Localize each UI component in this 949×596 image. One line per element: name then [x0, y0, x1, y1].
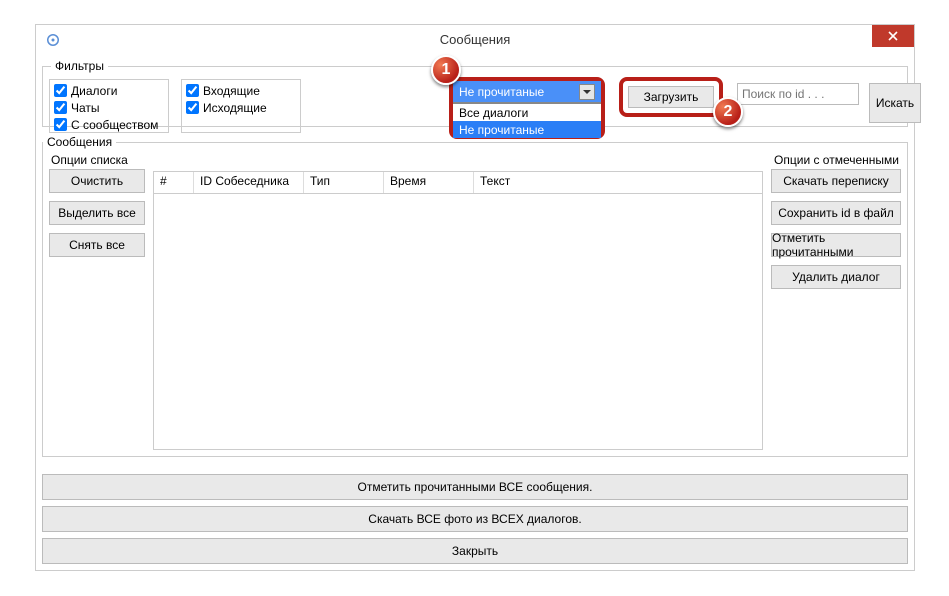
chk-dialogs[interactable]: Диалоги	[54, 82, 164, 99]
step-badge-2: 2	[713, 97, 743, 127]
messages-table[interactable]: # ID Собеседника Тип Время Текст	[153, 171, 763, 450]
filter-col-direction: Входящие Исходящие	[181, 79, 301, 133]
chk-chats[interactable]: Чаты	[54, 99, 164, 116]
mark-all-read-button[interactable]: Отметить прочитанными ВСЕ сообщения.	[42, 474, 908, 500]
filter-col-scope: Диалоги Чаты С сообществом	[49, 79, 169, 133]
mark-read-button[interactable]: Отметить прочитанными	[771, 233, 901, 257]
col-id[interactable]: ID Собеседника	[194, 172, 304, 193]
chk-outgoing-input[interactable]	[186, 101, 199, 114]
filters-group: Фильтры Диалоги Чаты С сообществом Входя…	[42, 59, 908, 127]
list-option-buttons: Очистить Выделить все Снять все	[49, 169, 145, 265]
load-callout: Загрузить	[619, 77, 723, 117]
dropdown-selected[interactable]: Не прочитаные	[453, 81, 601, 103]
dropdown-opt-all[interactable]: Все диалоги	[453, 104, 601, 121]
download-conversation-button[interactable]: Скачать переписку	[771, 169, 901, 193]
messages-group: Сообщения Опции списка Опции с отмеченны…	[42, 135, 908, 457]
window-title: Сообщения	[36, 32, 914, 47]
chevron-down-icon[interactable]	[579, 84, 595, 100]
delete-dialog-button[interactable]: Удалить диалог	[771, 265, 901, 289]
bottom-buttons: Отметить прочитанными ВСЕ сообщения. Ска…	[42, 468, 908, 564]
messages-legend: Сообщения	[43, 135, 116, 149]
col-time[interactable]: Время	[384, 172, 474, 193]
titlebar: Сообщения	[36, 25, 914, 55]
select-all-button[interactable]: Выделить все	[49, 201, 145, 225]
table-header: # ID Собеседника Тип Время Текст	[154, 172, 762, 194]
save-id-button[interactable]: Сохранить id в файл	[771, 201, 901, 225]
chk-community-input[interactable]	[54, 118, 67, 131]
close-button[interactable]	[872, 25, 914, 47]
clear-button[interactable]: Очистить	[49, 169, 145, 193]
selected-options-label: Опции с отмеченными	[774, 153, 899, 167]
chk-incoming-input[interactable]	[186, 84, 199, 97]
list-options-label: Опции списка	[51, 153, 128, 167]
close-icon	[888, 31, 898, 41]
col-num[interactable]: #	[154, 172, 194, 193]
search-button[interactable]: Искать	[869, 83, 921, 123]
chk-dialogs-input[interactable]	[54, 84, 67, 97]
read-filter-dropdown[interactable]: Не прочитаные Все диалоги Не прочитаные	[449, 77, 605, 139]
chk-chats-input[interactable]	[54, 101, 67, 114]
col-type[interactable]: Тип	[304, 172, 384, 193]
search-input[interactable]	[738, 84, 858, 104]
chk-incoming[interactable]: Входящие	[186, 82, 296, 99]
chk-community[interactable]: С сообществом	[54, 116, 164, 133]
download-all-photos-button[interactable]: Скачать ВСЕ фото из ВСЕХ диалогов.	[42, 506, 908, 532]
col-text[interactable]: Текст	[474, 172, 762, 193]
filters-legend: Фильтры	[51, 59, 108, 73]
search-field[interactable]	[737, 83, 859, 105]
chk-outgoing[interactable]: Исходящие	[186, 99, 296, 116]
selected-option-buttons: Скачать переписку Сохранить id в файл От…	[771, 169, 901, 297]
dropdown-list: Все диалоги Не прочитаные	[453, 103, 601, 138]
step-badge-1: 1	[431, 55, 461, 85]
close-dialog-button[interactable]: Закрыть	[42, 538, 908, 564]
load-button[interactable]: Загрузить	[628, 86, 714, 108]
deselect-all-button[interactable]: Снять все	[49, 233, 145, 257]
